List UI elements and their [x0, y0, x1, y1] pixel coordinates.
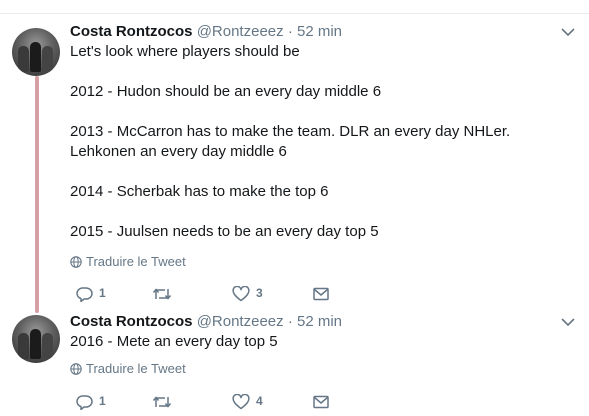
heart-icon: [232, 285, 250, 302]
author-handle[interactable]: @Rontzeeez: [197, 313, 284, 330]
message-button[interactable]: [313, 283, 329, 303]
reply-button[interactable]: 1: [75, 391, 106, 411]
tweet-line: [70, 202, 570, 222]
translate-label[interactable]: Traduire le Tweet: [86, 254, 186, 269]
reply-count: 1: [99, 286, 106, 300]
retweet-button[interactable]: [152, 283, 178, 303]
globe-icon: [70, 256, 82, 268]
tweet-line: [70, 62, 570, 82]
message-button[interactable]: [313, 391, 329, 411]
envelope-icon: [313, 287, 329, 301]
avatar[interactable]: [12, 28, 60, 76]
author-name[interactable]: Costa Rontzocos: [70, 313, 193, 330]
like-button[interactable]: 3: [232, 283, 263, 303]
tweet-line: 2014 - Scherbak has to make the top 6: [70, 183, 329, 200]
tweet-line: [70, 162, 570, 182]
retweet-button[interactable]: [152, 391, 178, 411]
tweet-actions: 1 3: [70, 283, 370, 303]
separator-dot: ·: [287, 23, 293, 40]
like-button[interactable]: 4: [232, 391, 263, 411]
reply-count: 1: [99, 394, 106, 408]
reply-button[interactable]: 1: [75, 283, 106, 303]
heart-icon: [232, 393, 250, 410]
retweet-icon: [152, 288, 172, 300]
reply-icon: [76, 287, 93, 303]
envelope-icon: [313, 395, 329, 409]
globe-icon: [70, 363, 82, 375]
top-divider: [0, 0, 589, 14]
like-count: 3: [256, 286, 263, 300]
tweet-line: Let's look where players should be: [70, 43, 300, 60]
timestamp[interactable]: 52 min: [297, 23, 342, 40]
like-count: 4: [256, 394, 263, 408]
author-name[interactable]: Costa Rontzocos: [70, 23, 193, 40]
tweet-line: 2012 - Hudon should be an every day midd…: [70, 83, 382, 100]
author-handle[interactable]: @Rontzeeez: [197, 23, 284, 40]
tweet-text: 2016 - Mete an every day top 5: [70, 332, 570, 352]
tweet-line: 2016 - Mete an every day top 5: [70, 333, 278, 350]
tweet-line: 2015 - Juulsen needs to be an every day …: [70, 223, 379, 240]
tweet-line: 2013 - McCarron has to make the team. DL…: [70, 123, 511, 160]
timestamp[interactable]: 52 min: [297, 313, 342, 330]
retweet-icon: [152, 396, 172, 408]
tweet-header: Costa Rontzocos @Rontzeeez · 52 min: [70, 312, 342, 332]
chevron-down-icon[interactable]: [561, 317, 575, 327]
chevron-down-icon[interactable]: [561, 27, 575, 37]
translate-link[interactable]: Traduire le Tweet: [70, 253, 186, 271]
thread-connector-line: [35, 76, 39, 313]
tweet-actions: 1 4: [70, 391, 370, 411]
translate-label[interactable]: Traduire le Tweet: [86, 361, 186, 376]
separator-dot: ·: [287, 313, 293, 330]
translate-link[interactable]: Traduire le Tweet: [70, 360, 186, 378]
tweet-header: Costa Rontzocos @Rontzeeez · 52 min: [70, 22, 342, 42]
tweet-text: Let's look where players should be 2012 …: [70, 42, 570, 242]
avatar[interactable]: [12, 315, 60, 363]
tweet-line: [70, 102, 570, 122]
reply-icon: [76, 395, 93, 411]
